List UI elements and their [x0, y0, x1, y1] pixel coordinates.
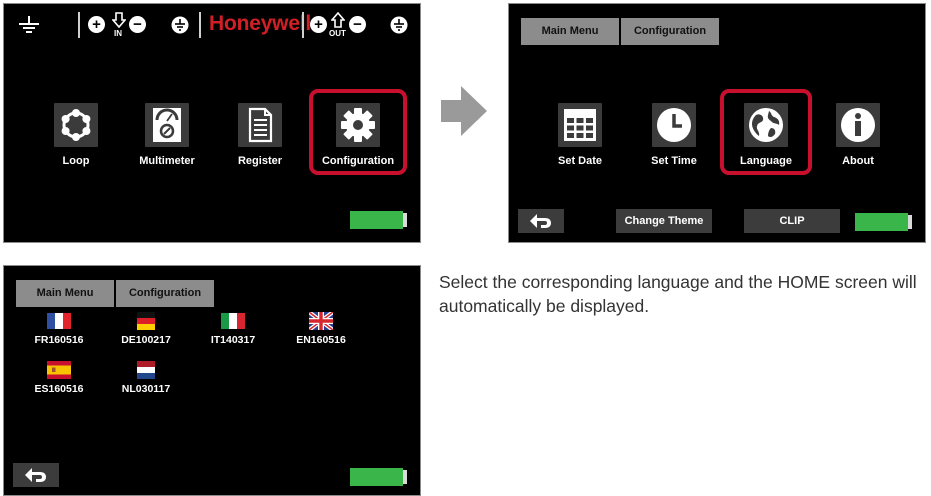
app-label: Loop — [62, 155, 90, 167]
language-option-fr[interactable]: FR160516 — [24, 312, 94, 346]
output-label: OUT — [329, 29, 346, 38]
home-screen: + IN − Honeywell + OUT − Loop Multimeter… — [3, 3, 421, 243]
back-button[interactable] — [13, 463, 59, 487]
tab-main-menu[interactable]: Main Menu — [16, 280, 114, 307]
language-screen: Main Menu Configuration FR160516 DE10021… — [3, 265, 421, 496]
uk-flag-icon — [307, 310, 335, 332]
output-arrow-icon — [331, 12, 345, 28]
ground-icon — [19, 16, 39, 33]
input-label: IN — [114, 29, 122, 38]
clip-button[interactable]: CLIP — [744, 209, 840, 233]
app-about[interactable]: About — [823, 103, 893, 167]
loop-icon — [54, 103, 98, 147]
battery-indicator — [855, 213, 912, 231]
status-separator — [199, 12, 201, 38]
calendar-icon — [558, 103, 602, 147]
selection-highlight — [720, 89, 812, 175]
input-arrow-icon — [112, 12, 126, 28]
language-label: EN160516 — [296, 334, 346, 346]
language-option-nl[interactable]: NL030117 — [111, 361, 181, 395]
app-multimeter[interactable]: Multimeter — [127, 103, 207, 167]
netherlands-flag-icon — [134, 361, 158, 379]
instruction-text: Select the corresponding language and th… — [439, 272, 917, 316]
tab-main-menu[interactable]: Main Menu — [521, 18, 619, 45]
app-label: About — [842, 155, 874, 167]
language-option-es[interactable]: ES160516 — [24, 361, 94, 395]
germany-flag-icon — [134, 312, 158, 330]
app-set-time[interactable]: Set Time — [639, 103, 709, 167]
minus-terminal-icon: − — [129, 16, 146, 33]
language-label: FR160516 — [34, 334, 84, 346]
tab-configuration[interactable]: Configuration — [621, 18, 719, 45]
arrow-right-icon — [441, 86, 487, 136]
honeywell-logo: Honeywell — [209, 12, 312, 35]
clock-icon — [652, 103, 696, 147]
language-label: IT140317 — [210, 334, 256, 346]
minus-terminal-icon: − — [349, 16, 366, 33]
language-label: ES160516 — [34, 383, 84, 395]
multimeter-icon — [145, 103, 189, 147]
plus-terminal-icon: + — [88, 16, 105, 33]
plus-terminal-icon: + — [310, 16, 327, 33]
app-register[interactable]: Register — [220, 103, 300, 167]
tab-configuration[interactable]: Configuration — [116, 280, 214, 307]
app-label: Set Time — [651, 155, 697, 167]
register-icon — [238, 103, 282, 147]
info-icon — [836, 103, 880, 147]
app-label: Register — [237, 155, 283, 167]
italy-flag-icon — [221, 312, 245, 330]
selection-highlight — [309, 89, 407, 175]
status-separator — [302, 12, 304, 38]
language-option-it[interactable]: IT140317 — [198, 312, 268, 346]
language-label: DE100217 — [121, 334, 171, 346]
change-theme-button[interactable]: Change Theme — [616, 209, 712, 233]
back-button[interactable] — [518, 209, 564, 233]
configuration-screen: Main Menu Configuration Set Date Set Tim… — [508, 3, 926, 243]
language-option-en[interactable]: EN160516 — [286, 310, 356, 346]
france-flag-icon — [47, 312, 71, 330]
back-arrow-icon — [25, 468, 46, 482]
status-separator — [78, 12, 80, 38]
ground-terminal-icon — [390, 16, 408, 34]
back-arrow-icon — [530, 214, 551, 228]
app-set-date[interactable]: Set Date — [545, 103, 615, 167]
language-option-de[interactable]: DE100217 — [111, 312, 181, 346]
battery-indicator — [350, 468, 407, 486]
spain-flag-icon — [47, 361, 71, 379]
language-label: NL030117 — [121, 383, 171, 395]
ground-terminal-icon — [171, 16, 189, 34]
status-bar: + IN − Honeywell + OUT − — [4, 4, 420, 44]
app-loop[interactable]: Loop — [46, 103, 106, 167]
app-label: Set Date — [557, 155, 603, 167]
battery-indicator — [350, 211, 407, 229]
app-label: Multimeter — [139, 155, 195, 167]
